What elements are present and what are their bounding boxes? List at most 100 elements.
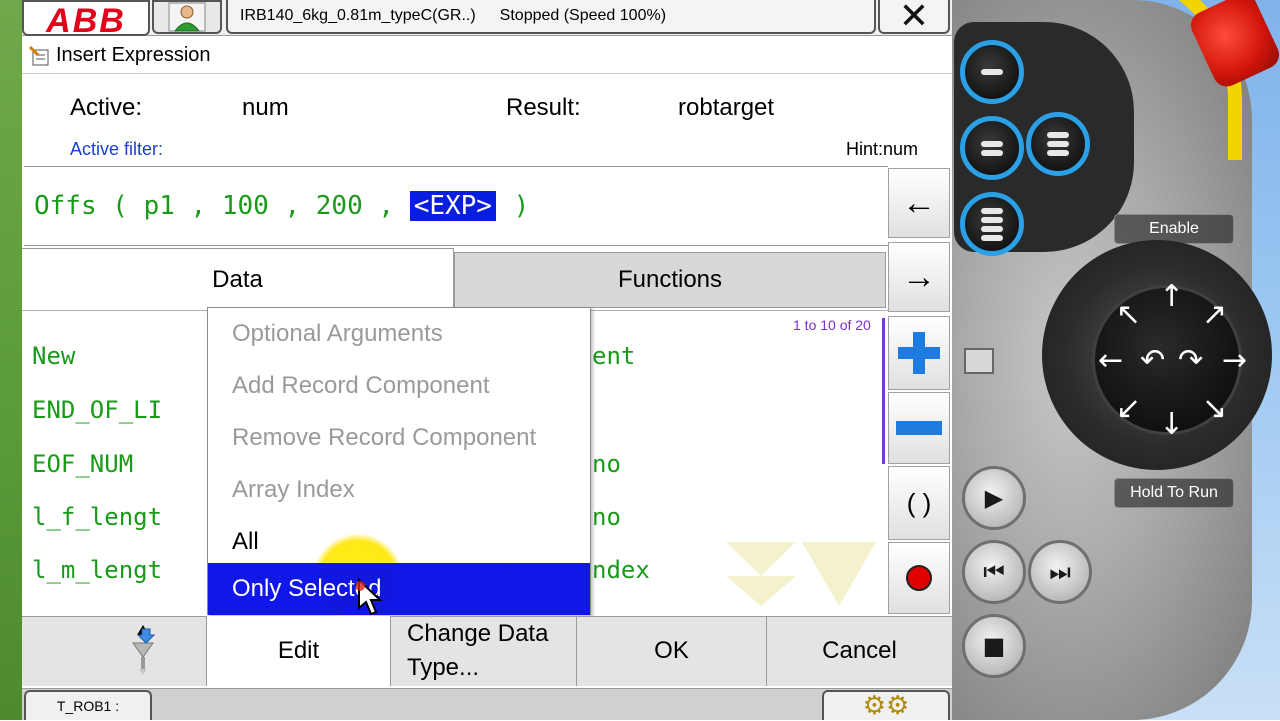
cursor-left-button[interactable]: ← xyxy=(888,168,950,238)
key-bar-icon xyxy=(1047,132,1069,138)
dialog-title: Insert Expression xyxy=(56,44,211,66)
expression-editor[interactable]: Offs ( p1 , 100 , 200 , <EXP> ) xyxy=(24,166,888,246)
abb-menu-button[interactable]: ABB xyxy=(22,0,150,36)
operator-icon xyxy=(168,2,206,32)
programmable-key-2[interactable] xyxy=(960,116,1024,180)
list-item[interactable]: no xyxy=(592,450,621,478)
pendant-hardware-body: Enable ↑ ↓ ← → ↖ ↗ ↙ ↘ ↶ ↷ Hold To Run ▶… xyxy=(952,0,1280,720)
joystick-down-arrow-icon: ↓ xyxy=(1159,407,1185,442)
status-display[interactable]: IRB140_6kg_0.81m_typeC(GR..) Stopped (Sp… xyxy=(226,0,876,34)
left-arrow-icon: ← xyxy=(902,183,936,222)
key-bar-icon xyxy=(981,225,1003,232)
step-forward-button[interactable]: ⏭ xyxy=(1028,540,1092,604)
gear-icon: ⚙⚙ xyxy=(862,691,910,721)
list-item[interactable]: ndex xyxy=(592,556,650,584)
stop-icon: ■ xyxy=(982,632,1006,660)
expression-prefix: Offs ( p1 , 100 , 200 , xyxy=(34,191,410,221)
programmable-key-3[interactable] xyxy=(1026,112,1090,176)
key-bar-icon xyxy=(1047,150,1069,156)
step-forward-icon: ⏭ xyxy=(1049,558,1071,586)
ok-button[interactable]: OK xyxy=(576,616,766,686)
hint-text: Hint:num xyxy=(846,139,919,159)
joystick-left-arrow-icon: ← xyxy=(1098,343,1124,378)
start-button[interactable]: ▶ xyxy=(962,466,1026,530)
plus-icon xyxy=(898,332,940,374)
close-button[interactable]: ✕ xyxy=(878,0,950,34)
enable-label: Enable xyxy=(1114,214,1234,244)
list-item[interactable]: New xyxy=(32,342,75,370)
expression-placeholder[interactable]: <EXP> xyxy=(409,191,496,221)
parentheses-label: ( ) xyxy=(906,487,932,518)
quickset-button[interactable]: ⚙⚙ xyxy=(822,690,950,721)
stop-button[interactable]: ■ xyxy=(962,614,1026,678)
remove-button[interactable] xyxy=(888,392,950,464)
scroll-down-icon[interactable] xyxy=(720,536,880,612)
list-item[interactable]: END_OF_LI xyxy=(32,396,162,424)
menu-item-remove-record-component[interactable]: Remove Record Component xyxy=(208,412,590,464)
cancel-button[interactable]: Cancel xyxy=(766,616,952,686)
tab-functions[interactable]: Functions xyxy=(454,252,886,308)
key-bar-icon xyxy=(981,207,1003,214)
programmable-key-4[interactable] xyxy=(960,192,1024,256)
robot-name: IRB140_6kg_0.81m_typeC(GR..) xyxy=(240,7,476,24)
task-tab-rob1[interactable]: T_ROB1 : xyxy=(24,690,152,720)
dialog-title-bar: Insert Expression xyxy=(22,38,952,74)
tab-data[interactable]: Data xyxy=(22,248,454,310)
list-item[interactable]: ent xyxy=(592,342,635,370)
menu-item-only-selected[interactable]: Only Selected xyxy=(208,563,590,615)
list-item[interactable]: EOF_NUM xyxy=(32,450,133,478)
robot-status: Stopped (Speed 100%) xyxy=(499,7,667,24)
list-range: 1 to 10 of 20 xyxy=(793,317,871,333)
usb-port-icon xyxy=(964,348,994,374)
active-filter-link[interactable]: Active filter: xyxy=(70,139,163,160)
right-arrow-icon: → xyxy=(902,257,936,296)
joystick-down-right-arrow-icon: ↘ xyxy=(1202,391,1228,426)
record-button[interactable] xyxy=(888,542,950,614)
hold-to-run-label: Hold To Run xyxy=(1114,478,1234,508)
expression-suffix: ) xyxy=(497,191,530,221)
add-button[interactable] xyxy=(888,316,950,390)
joystick-up-arrow-icon: ↑ xyxy=(1159,279,1185,314)
change-data-type-label-2: Type... xyxy=(407,654,480,681)
list-scrollbar[interactable] xyxy=(882,318,885,464)
key-bar-icon xyxy=(981,140,1003,147)
list-item[interactable]: l_m_lengt xyxy=(32,556,162,584)
record-icon xyxy=(906,565,932,591)
programmable-key-1[interactable] xyxy=(960,40,1024,104)
active-value: num xyxy=(242,94,289,121)
key-bar-icon xyxy=(981,69,1003,75)
menu-item-add-record-component[interactable]: Add Record Component xyxy=(208,360,590,412)
list-item[interactable]: l_f_lengt xyxy=(32,503,162,531)
play-icon: ▶ xyxy=(984,484,1004,512)
task-tab-label: T_ROB1 : xyxy=(56,698,120,714)
change-data-type-label-1: Change Data xyxy=(407,620,549,647)
key-bar-icon xyxy=(981,149,1003,156)
operator-window-button[interactable] xyxy=(152,0,222,34)
insert-expression-icon xyxy=(28,45,49,65)
taskbar xyxy=(22,688,952,720)
menu-item-array-index[interactable]: Array Index xyxy=(208,464,590,516)
cursor-right-button[interactable]: → xyxy=(888,242,950,312)
minus-icon xyxy=(896,421,942,435)
menu-item-optional-arguments[interactable]: Optional Arguments xyxy=(208,308,590,360)
key-bar-icon xyxy=(1047,141,1069,147)
step-backward-button[interactable]: ⏮ xyxy=(962,540,1026,604)
result-value: robtarget xyxy=(678,94,775,121)
joystick-right-arrow-icon: → xyxy=(1222,343,1248,378)
list-item[interactable]: no xyxy=(592,503,621,531)
step-backward-icon: ⏮ xyxy=(983,558,1005,586)
mouse-cursor-icon xyxy=(356,578,383,616)
joystick-up-left-arrow-icon: ↖ xyxy=(1116,297,1142,332)
change-data-type-button[interactable]: Change Data Type... xyxy=(390,616,576,686)
parentheses-button[interactable]: ( ) xyxy=(888,466,950,540)
joystick-rotate-cw-icon: ↷ xyxy=(1178,343,1204,378)
filter-button[interactable] xyxy=(22,616,206,686)
edit-menu-button[interactable]: Edit xyxy=(206,616,390,686)
joystick-rotate-ccw-icon: ↶ xyxy=(1140,343,1166,378)
result-label: Result: xyxy=(506,94,581,121)
key-bar-icon xyxy=(981,234,1003,241)
desktop-background-strip xyxy=(0,0,22,720)
active-label: Active: xyxy=(70,94,143,121)
filter-icon xyxy=(132,625,156,675)
key-bar-icon xyxy=(981,216,1003,223)
